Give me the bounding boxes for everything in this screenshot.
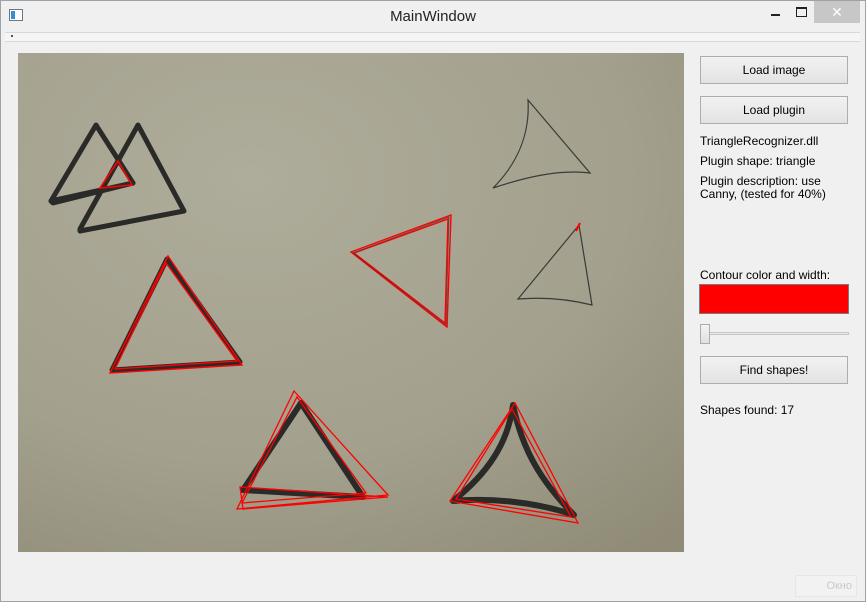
contour-width-slider-handle[interactable] bbox=[700, 324, 710, 344]
menu-bar[interactable] bbox=[5, 32, 860, 42]
plugin-description-label: Plugin description: use Canny, (tested f… bbox=[700, 174, 826, 201]
image-view bbox=[18, 53, 684, 552]
close-icon: ✕ bbox=[831, 3, 843, 20]
plugin-file-label: TriangleRecognizer.dll bbox=[700, 134, 819, 148]
contour-settings-label: Contour color and width: bbox=[700, 268, 831, 282]
plugin-shape-label: Plugin shape: triangle bbox=[700, 154, 816, 168]
load-plugin-button[interactable]: Load plugin bbox=[700, 96, 848, 124]
statusbar-window-button[interactable]: Окно bbox=[795, 575, 857, 597]
contour-width-slider[interactable] bbox=[701, 332, 849, 335]
minimize-icon bbox=[770, 14, 780, 16]
photo-canvas bbox=[18, 53, 684, 552]
maximize-icon bbox=[795, 7, 807, 17]
menu-grip bbox=[11, 35, 13, 37]
close-button[interactable]: ✕ bbox=[814, 1, 860, 23]
main-window: MainWindow ✕ Load image Load plugin Tria… bbox=[0, 0, 866, 602]
find-shapes-button[interactable]: Find shapes! bbox=[700, 356, 848, 384]
maximize-button[interactable] bbox=[787, 1, 815, 23]
contour-color-button[interactable] bbox=[699, 284, 849, 314]
window-title: MainWindow bbox=[390, 8, 476, 25]
shapes-found-label: Shapes found: 17 bbox=[700, 403, 795, 417]
minimize-button[interactable] bbox=[761, 1, 789, 23]
load-image-button[interactable]: Load image bbox=[700, 56, 848, 84]
title-bar[interactable]: MainWindow ✕ bbox=[1, 1, 865, 31]
